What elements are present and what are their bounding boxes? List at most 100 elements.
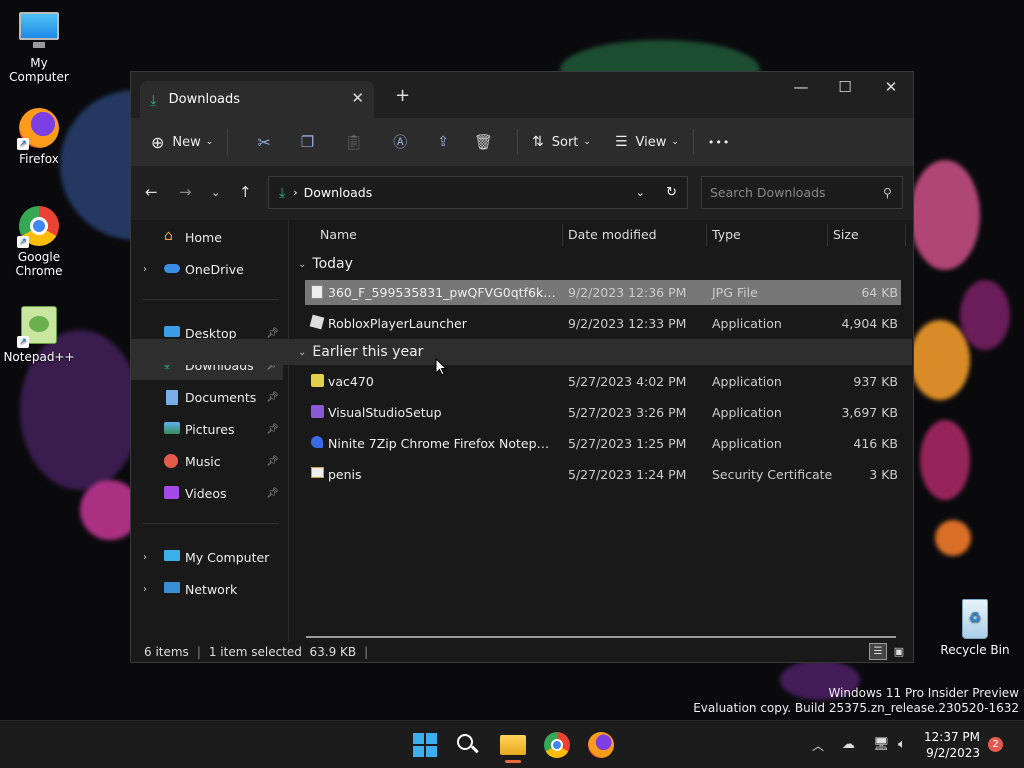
file-row[interactable]: 360_F_599535831_pwQFVG0qtf6ksLXeVTn... 9… xyxy=(305,280,901,305)
watermark-line: Evaluation copy. Build 25375.zn_release.… xyxy=(693,701,1019,715)
paste-button[interactable]: 📋︎ xyxy=(344,133,363,151)
nav-item-videos[interactable]: Videos 📌︎ xyxy=(131,478,283,508)
nav-label: Network xyxy=(185,581,238,597)
monitor-icon xyxy=(17,10,61,54)
search-input[interactable]: Search Downloads ⚲ xyxy=(701,176,903,209)
notepadpp-icon: ↗ xyxy=(17,304,61,348)
pin-icon: 📌︎ xyxy=(266,391,279,403)
horizontal-scrollbar[interactable] xyxy=(306,636,896,638)
nav-item-onedrive[interactable]: › OneDrive xyxy=(131,254,283,284)
address-bar[interactable]: ⤓ › Downloads ⌄ ↻ xyxy=(268,176,688,209)
recent-locations-chevron-icon[interactable]: ⌄ xyxy=(211,186,220,199)
notification-badge[interactable]: 2 xyxy=(988,737,1003,752)
rename-button[interactable]: Ⓐ xyxy=(393,132,407,152)
close-tab-icon[interactable]: ✕ xyxy=(351,89,364,107)
address-history-chevron-icon[interactable]: ⌄ xyxy=(636,186,645,199)
column-header-date[interactable]: Date modified xyxy=(568,220,657,248)
file-row[interactable]: vac470 5/27/2023 4:02 PM Application 937… xyxy=(305,369,901,394)
tiles-view-button[interactable]: ▣ xyxy=(890,643,908,660)
item-count: 6 items xyxy=(144,645,189,659)
taskbar-chrome[interactable] xyxy=(543,731,571,759)
clock-date: 9/2/2023 xyxy=(926,746,980,760)
file-size: 416 KB xyxy=(853,436,898,451)
up-arrow-icon[interactable]: ↑ xyxy=(239,183,252,201)
active-indicator xyxy=(505,760,521,763)
new-button[interactable]: ⊕ New ⌄ xyxy=(151,133,213,152)
forward-arrow-icon[interactable]: → xyxy=(179,183,192,201)
column-separator[interactable] xyxy=(827,224,828,246)
navigation-pane: ⌂ Home › OneDrive Desktop 📌︎ ⤓ Downloads… xyxy=(131,220,289,642)
sort-button[interactable]: ⇅ Sort ⌄ xyxy=(532,134,591,150)
videos-icon xyxy=(164,486,180,500)
delete-button[interactable]: 🗑︎ xyxy=(474,133,493,151)
breadcrumb-downloads[interactable]: Downloads xyxy=(304,185,373,200)
volume-icon[interactable]: 🔈︎ xyxy=(898,737,906,752)
copy-button[interactable]: ❐ xyxy=(301,133,314,151)
nav-label: OneDrive xyxy=(185,261,244,277)
title-bar: ⤓ Downloads ✕ + — ☐ ✕ xyxy=(131,72,913,118)
share-button[interactable]: ⇪ xyxy=(437,134,449,150)
nav-item-network[interactable]: › Network xyxy=(131,574,283,604)
plus-circle-icon: ⊕ xyxy=(151,132,165,152)
show-hidden-icons-chevron-icon[interactable]: ︿ xyxy=(812,737,824,754)
cut-button[interactable]: ✂ xyxy=(257,133,270,152)
file-row[interactable]: penis 5/27/2023 1:24 PM Security Certifi… xyxy=(305,462,901,487)
group-header-today[interactable]: ⌄ Today xyxy=(290,251,912,277)
chevron-right-icon[interactable]: › xyxy=(143,264,147,275)
search-button[interactable] xyxy=(455,731,483,759)
nav-item-documents[interactable]: Documents 📌︎ xyxy=(131,382,283,412)
more-options-button[interactable]: ••• xyxy=(708,136,730,149)
chevron-right-icon[interactable]: › xyxy=(143,584,147,595)
close-window-button[interactable]: ✕ xyxy=(869,78,913,96)
tab-downloads[interactable]: ⤓ Downloads ✕ xyxy=(140,81,374,118)
details-view-button[interactable]: ☰ xyxy=(869,643,887,660)
column-separator[interactable] xyxy=(905,224,906,246)
clock[interactable]: 12:37 PM 9/2/2023 xyxy=(924,729,980,761)
new-label: New xyxy=(172,134,201,150)
view-label: View xyxy=(635,134,667,150)
taskbar-file-explorer[interactable] xyxy=(499,731,527,763)
minimize-button[interactable]: — xyxy=(779,78,823,96)
toolbar-separator xyxy=(692,129,694,155)
column-separator[interactable] xyxy=(562,224,563,246)
group-header-earlier-this-year[interactable]: ⌄ Earlier this year xyxy=(131,339,912,365)
nav-item-my-computer[interactable]: › My Computer xyxy=(131,542,283,572)
maximize-button[interactable]: ☐ xyxy=(823,78,867,96)
pin-icon: 📌︎ xyxy=(266,455,279,467)
desktop-icon-recycle-bin[interactable]: ♻ Recycle Bin xyxy=(937,597,1013,657)
status-divider: | xyxy=(364,645,369,659)
file-size: 937 KB xyxy=(853,374,898,389)
taskbar-firefox[interactable] xyxy=(587,731,615,759)
view-button[interactable]: ☰ View ⌄ xyxy=(615,134,679,150)
desktop-icon-label: Notepad++ xyxy=(3,350,75,364)
file-row[interactable]: Ninite 7Zip Chrome Firefox Notepad Inst.… xyxy=(305,431,901,456)
chevron-down-icon: ⌄ xyxy=(583,137,591,147)
column-separator[interactable] xyxy=(706,224,707,246)
file-row[interactable]: VisualStudioSetup 5/27/2023 3:26 PM Appl… xyxy=(305,400,901,425)
back-arrow-icon[interactable]: ← xyxy=(145,183,158,201)
column-header-size[interactable]: Size xyxy=(833,220,859,248)
file-date: 9/2/2023 12:33 PM xyxy=(568,316,687,331)
nav-item-music[interactable]: Music 📌︎ xyxy=(131,446,283,476)
column-header-type[interactable]: Type xyxy=(712,220,741,248)
start-button[interactable] xyxy=(411,731,439,759)
desktop-icon-my-computer[interactable]: My Computer xyxy=(1,10,77,84)
nav-label: My Computer xyxy=(185,549,270,565)
desktop-icon-chrome[interactable]: ↗ Google Chrome xyxy=(1,204,77,278)
chevron-right-icon[interactable]: › xyxy=(143,552,147,563)
onedrive-sync-icon[interactable]: ☁ xyxy=(842,737,855,752)
file-name: Ninite 7Zip Chrome Firefox Notepad Inst.… xyxy=(328,436,556,451)
desktop-icon-notepadpp[interactable]: ↗ Notepad++ xyxy=(1,304,77,364)
nav-item-home[interactable]: ⌂ Home xyxy=(131,222,283,252)
file-row[interactable]: RobloxPlayerLauncher 9/2/2023 12:33 PM A… xyxy=(305,311,901,336)
new-tab-button[interactable]: + xyxy=(395,85,410,106)
refresh-icon[interactable]: ↻ xyxy=(666,185,677,200)
column-header-name[interactable]: Name xyxy=(320,220,357,248)
recycle-bin-icon: ♻ xyxy=(953,597,997,641)
desktop-icon-firefox[interactable]: ↗ Firefox xyxy=(1,106,77,166)
network-icon[interactable]: 🖥︎ xyxy=(873,737,890,752)
firefox-icon xyxy=(588,732,614,758)
file-type: Application xyxy=(712,374,782,389)
clock-time: 12:37 PM xyxy=(924,730,980,744)
nav-item-pictures[interactable]: Pictures 📌︎ xyxy=(131,414,283,444)
